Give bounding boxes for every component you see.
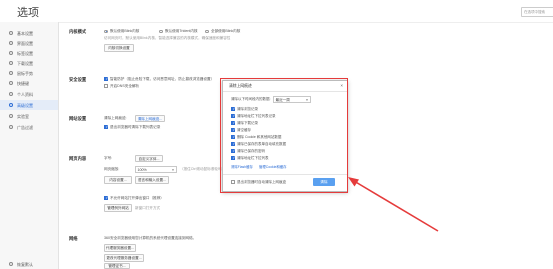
annotation-arrow [348, 177, 439, 232]
